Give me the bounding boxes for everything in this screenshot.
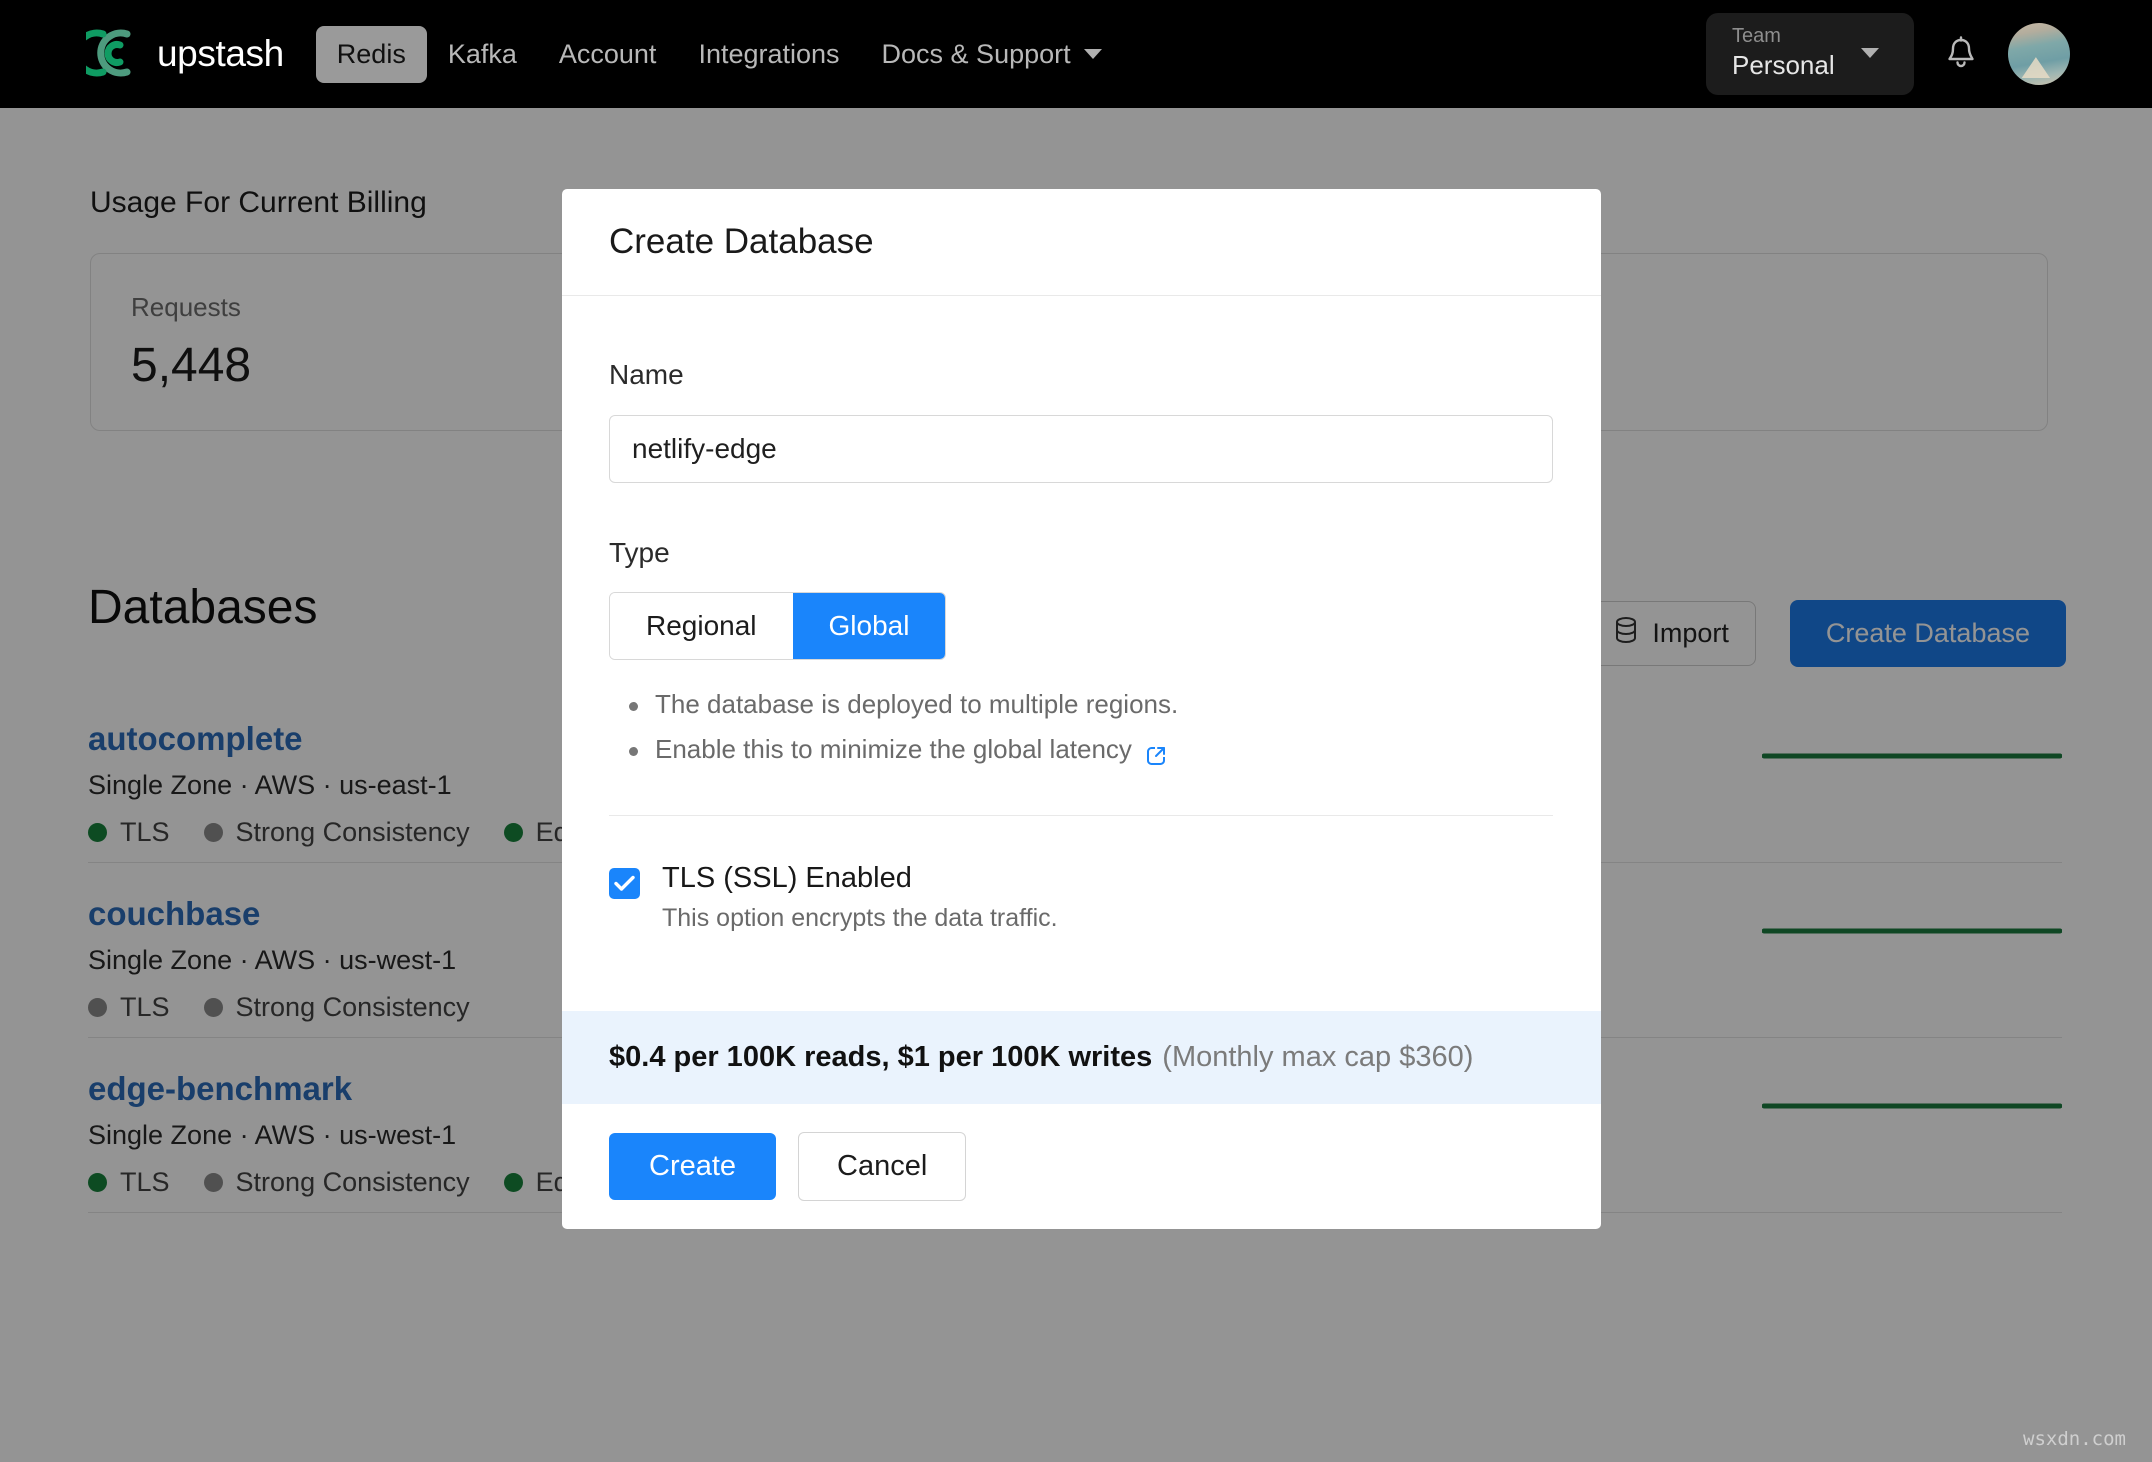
dialog-create-button[interactable]: Create xyxy=(609,1133,777,1200)
type-description-text: Enable this to minimize the global laten… xyxy=(655,733,1132,764)
nav-link-label: Integrations xyxy=(698,38,840,69)
notifications-bell-icon[interactable] xyxy=(1944,35,1978,73)
dialog-title: Create Database xyxy=(609,222,874,261)
nav-link-docs-support[interactable]: Docs & Support xyxy=(861,26,1123,83)
tls-checkbox[interactable] xyxy=(609,868,640,900)
team-selector-label: Team xyxy=(1732,25,1781,48)
watermark: wsxdn.com xyxy=(2023,1428,2126,1450)
name-field-label: Name xyxy=(609,359,684,390)
tls-option-title: TLS (SSL) Enabled xyxy=(662,862,912,895)
nav-link-kafka[interactable]: Kafka xyxy=(427,26,538,83)
nav-link-integrations[interactable]: Integrations xyxy=(677,26,860,83)
pricing-cap: (Monthly max cap $360) xyxy=(1162,1041,1474,1073)
type-field-label: Type xyxy=(609,537,670,568)
type-description-list: The database is deployed to multiple reg… xyxy=(609,682,1554,771)
chevron-down-icon xyxy=(1860,48,1879,58)
brand-name: upstash xyxy=(157,33,284,74)
type-segmented-control: Regional Global xyxy=(609,592,947,660)
section-divider xyxy=(609,815,1553,817)
dialog-header: Create Database xyxy=(562,189,1601,296)
database-name-input[interactable] xyxy=(609,415,1553,483)
chevron-down-icon xyxy=(1083,49,1102,59)
external-link-icon[interactable] xyxy=(1144,737,1168,766)
brand[interactable]: upstash xyxy=(73,24,284,84)
dialog-footer: Create Cancel xyxy=(562,1104,1601,1229)
user-avatar[interactable] xyxy=(2008,23,2070,85)
tls-option-text: TLS (SSL) Enabled This option encrypts t… xyxy=(662,862,1058,933)
create-database-dialog: Create Database Name Type RegionalGlobal… xyxy=(562,189,1601,1229)
nav-right: Team Personal xyxy=(1706,13,2070,95)
type-description-item: Enable this to minimize the global laten… xyxy=(609,727,1554,772)
top-navbar: upstash Redis Kafka Account Integrations Doc… xyxy=(0,0,2152,108)
pricing-rate: $0.4 per 100K reads, $1 per 100K writes xyxy=(609,1041,1153,1073)
upstash-logo-icon xyxy=(73,24,142,84)
nav-link-account[interactable]: Account xyxy=(538,26,678,83)
team-selector[interactable]: Team Personal xyxy=(1706,13,1914,95)
team-selector-text: Team Personal xyxy=(1732,24,1835,82)
team-selector-value: Personal xyxy=(1732,50,1835,81)
type-option-global[interactable]: Global xyxy=(792,593,946,659)
nav-links: Redis Kafka Account Integrations Docs & Supp… xyxy=(315,25,1123,83)
nav-link-label: Account xyxy=(558,38,657,69)
app-root: Usage For Current Billing Requests 5,448… xyxy=(0,0,2152,1462)
type-description-item: The database is deployed to multiple reg… xyxy=(609,682,1554,727)
dialog-body: Name Type RegionalGlobal The database is… xyxy=(562,296,1601,1011)
nav-link-label: Docs & Support xyxy=(881,38,1071,69)
type-option-regional[interactable]: Regional xyxy=(610,593,793,659)
nav-link-redis[interactable]: Redis xyxy=(315,25,427,83)
dialog-cancel-button[interactable]: Cancel xyxy=(798,1132,967,1201)
tls-option-row: TLS (SSL) Enabled This option encrypts t… xyxy=(609,862,1554,933)
type-description-text: The database is deployed to multiple reg… xyxy=(655,689,1179,719)
pricing-banner: $0.4 per 100K reads, $1 per 100K writes … xyxy=(562,1011,1601,1104)
tls-option-subtitle: This option encrypts the data traffic. xyxy=(662,904,1058,933)
nav-link-label: Kafka xyxy=(447,38,517,69)
nav-link-label: Redis xyxy=(336,38,406,69)
